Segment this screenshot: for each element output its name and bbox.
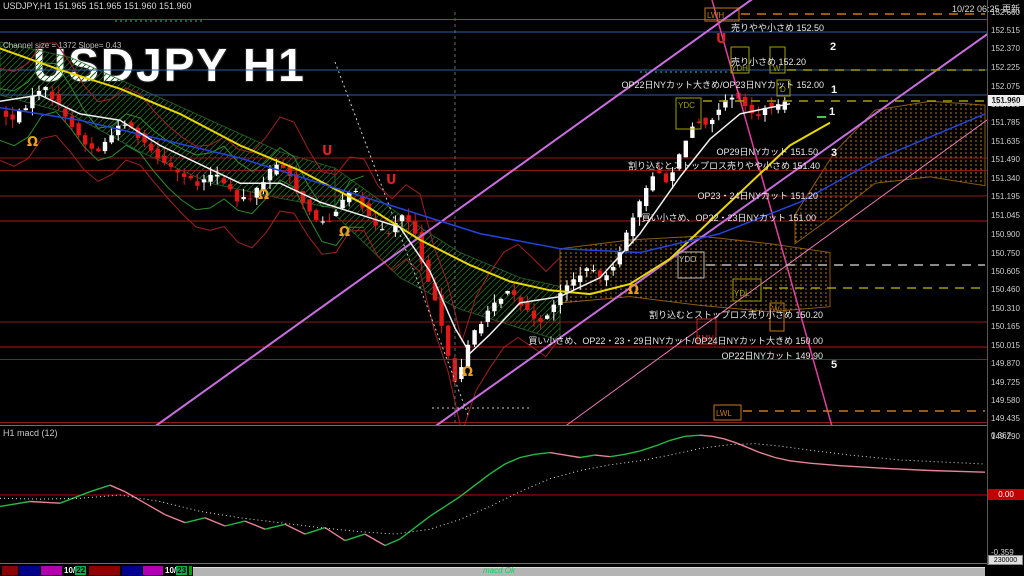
time-axis[interactable]: macd Ok 10/22 10/23	[0, 565, 1024, 576]
svg-text:Ω: Ω	[339, 225, 350, 240]
panel-separator-bottom	[0, 563, 1024, 564]
axis-tick: 151.930	[991, 99, 1020, 109]
axis-tick: 149.435	[991, 414, 1020, 424]
axis-tick: 150.165	[991, 322, 1020, 332]
session-color-segment	[122, 566, 142, 575]
svg-text:1MH: 1MH	[697, 334, 714, 343]
axis-tick: 149.725	[991, 377, 1020, 387]
axis-tick: 151.785	[991, 118, 1020, 128]
svg-text:U: U	[322, 144, 333, 159]
svg-text:YDO: YDO	[679, 255, 696, 264]
axis-tick: 151.490	[991, 155, 1020, 165]
update-timestamp: 10/22 06:25 更新	[951, 4, 1020, 14]
svg-text:Ω: Ω	[628, 283, 639, 298]
session-color-segment	[89, 566, 120, 575]
axis-tick: 149.290	[991, 432, 1020, 442]
symbol-ohlc-readout: USDJPY,H1 151.965 151.965 151.960 151.96…	[3, 1, 192, 11]
svg-text:W: W	[773, 64, 781, 73]
session-color-segment	[189, 566, 192, 575]
svg-text:LWL: LWL	[716, 409, 732, 418]
mt4-chart-window: USDJPY H1 LWH YDH W YDC D YDO YDL W 1MH LWL Ω Ω Ω Ω Ω U…	[0, 0, 1024, 576]
date-label: 10/23	[165, 566, 188, 575]
svg-text:1: 1	[831, 84, 837, 96]
axis-tick: 152.075	[991, 81, 1020, 91]
horizontal-scrollbar[interactable]	[193, 567, 985, 576]
svg-text:5: 5	[831, 359, 837, 371]
axis-tick: 151.045	[991, 211, 1020, 221]
axis-tick: 152.225	[991, 62, 1020, 72]
axis-tick: 150.310	[991, 303, 1020, 313]
axis-tick: 150.750	[991, 248, 1020, 258]
axis-tick: 149.580	[991, 395, 1020, 405]
axis-tick: 150.460	[991, 285, 1020, 295]
axis-tick: 152.370	[991, 44, 1020, 54]
main-price-chart[interactable]: LWH YDH W YDC D YDO YDL W 1MH LWL Ω Ω Ω Ω Ω U U U 2 1 1 3 5	[0, 0, 987, 430]
macd-zero-box: 0.00	[988, 489, 1024, 500]
svg-text:YDH: YDH	[731, 64, 748, 73]
panel-separator-top[interactable]	[0, 425, 1024, 426]
svg-text:W: W	[772, 305, 780, 314]
date-label: 10/22	[64, 566, 87, 575]
macd-indicator-panel[interactable]	[0, 425, 987, 565]
session-color-segment	[143, 566, 163, 575]
svg-text:D: D	[780, 85, 786, 94]
axis-tick: 149.870	[991, 359, 1020, 369]
svg-text:2: 2	[830, 41, 836, 53]
session-color-segment	[2, 566, 18, 575]
svg-text:Ω: Ω	[27, 135, 38, 150]
axis-tick: 152.515	[991, 26, 1020, 36]
axis-tick: 150.605	[991, 266, 1020, 276]
axis-tick: 151.635	[991, 136, 1020, 146]
svg-text:U: U	[716, 32, 727, 47]
svg-text:YDL: YDL	[734, 289, 750, 298]
channel-info-label: Channel size = 1372 Slope= 0.43	[3, 41, 122, 50]
bottom-value-box: 230000	[988, 555, 1023, 565]
session-color-segment	[41, 566, 62, 575]
axis-tick: 151.340	[991, 174, 1020, 184]
svg-text:U: U	[386, 173, 397, 188]
svg-text:3: 3	[831, 147, 837, 159]
svg-text:Ω: Ω	[462, 365, 473, 380]
svg-text:Ω: Ω	[258, 188, 269, 203]
axis-tick: 150.015	[991, 341, 1020, 351]
svg-text:1: 1	[829, 106, 835, 118]
macd-indicator-label: H1 macd (12)	[3, 428, 58, 438]
price-axis[interactable]: 151.960 0.367 0.00 -0.359 230000 152.660…	[987, 0, 1024, 576]
axis-tick: 150.900	[991, 229, 1020, 239]
svg-text:LWH: LWH	[707, 11, 724, 20]
svg-text:YDC: YDC	[678, 101, 695, 110]
session-color-segment	[19, 566, 40, 575]
macd-status-text: macd Ok	[483, 566, 516, 575]
axis-tick: 151.195	[991, 192, 1020, 202]
